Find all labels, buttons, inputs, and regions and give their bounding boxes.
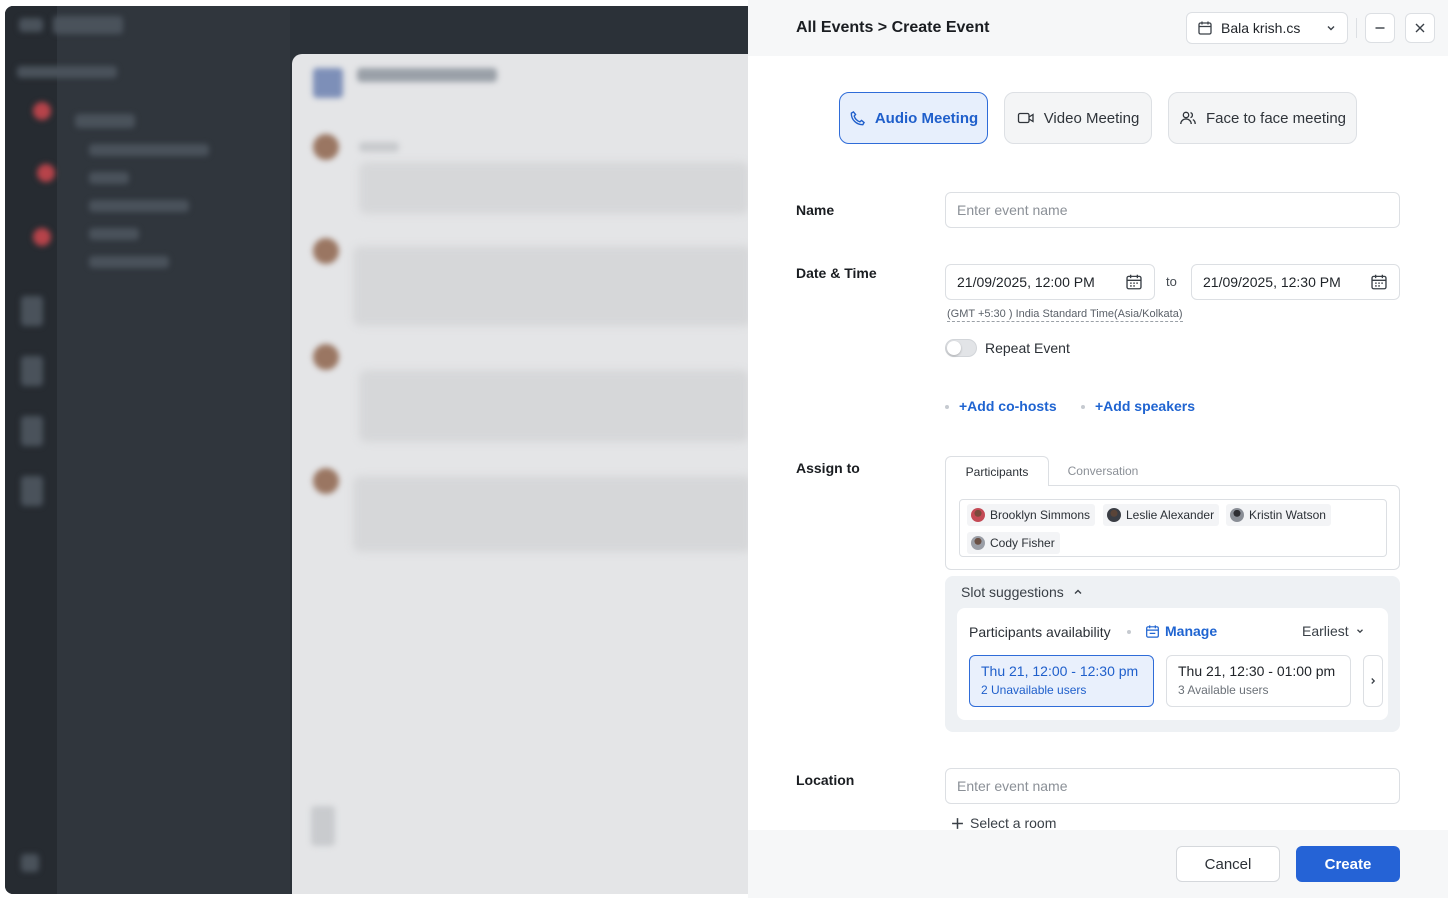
tab-conversation[interactable]: Conversation [1049, 456, 1157, 486]
select-room-button[interactable]: Select a room [951, 815, 1056, 831]
background-rail [5, 6, 57, 894]
calendar-icon [1197, 20, 1213, 36]
name-label: Name [796, 202, 835, 218]
plus-icon [951, 817, 964, 830]
sort-dropdown[interactable]: Earliest [1302, 623, 1365, 639]
participants-panel: Brooklyn Simmons Leslie Alexander Kristi… [945, 485, 1400, 570]
start-datetime-input[interactable]: 21/09/2025, 12:00 PM [945, 264, 1155, 300]
datetime-label: Date & Time [796, 265, 877, 281]
slot-option[interactable]: Thu 21, 12:30 - 01:00 pm 3 Available use… [1166, 655, 1351, 707]
avatar [1107, 508, 1121, 522]
chevron-down-icon [1355, 626, 1365, 636]
breadcrumb: All Events > Create Event [796, 19, 990, 36]
chevron-up-icon [1072, 586, 1084, 598]
end-datetime-value: 21/09/2025, 12:30 PM [1203, 274, 1341, 290]
calendar-icon[interactable] [1370, 273, 1388, 291]
avatar [1230, 508, 1244, 522]
app-window: All Events > Create Event Bala krish.cs [0, 0, 1448, 898]
slot-suggestions: Slot suggestions Participants availabili… [945, 576, 1400, 732]
bullet-dot [1081, 405, 1085, 409]
calendar-manage-icon [1145, 624, 1160, 639]
cancel-button[interactable]: Cancel [1176, 846, 1280, 882]
location-label: Location [796, 772, 855, 788]
slot-card: Participants availability Manage Earlies… [957, 608, 1388, 720]
close-button[interactable] [1405, 13, 1435, 43]
create-event-panel: All Events > Create Event Bala krish.cs [748, 0, 1448, 898]
participant-chip[interactable]: Leslie Alexander [1103, 504, 1220, 526]
minimize-button[interactable] [1365, 13, 1395, 43]
bullet-dot [945, 405, 949, 409]
avatar [971, 508, 985, 522]
manage-link[interactable]: Manage [1145, 623, 1217, 639]
people-icon [1179, 110, 1197, 126]
slot-suggestions-toggle[interactable]: Slot suggestions [961, 584, 1084, 600]
event-name-input[interactable]: Enter event name [945, 192, 1400, 228]
panel-header: All Events > Create Event Bala krish.cs [748, 0, 1448, 56]
event-name-placeholder: Enter event name [957, 202, 1068, 218]
participant-chip[interactable]: Brooklyn Simmons [967, 504, 1096, 526]
participant-chip[interactable]: Cody Fisher [967, 532, 1060, 554]
bullet-dot [1127, 630, 1131, 634]
add-cohosts-link[interactable]: +Add co-hosts [959, 398, 1057, 414]
location-placeholder: Enter event name [957, 778, 1068, 794]
timezone-link[interactable]: (GMT +5:30 ) India Standard Time(Asia/Ko… [947, 308, 1183, 322]
participant-chip[interactable]: Kristin Watson [1226, 504, 1331, 526]
avatar [971, 536, 985, 550]
toggle-knob [947, 341, 961, 355]
account-selector[interactable]: Bala krish.cs [1186, 12, 1348, 44]
to-label: to [1166, 274, 1177, 289]
create-button[interactable]: Create [1296, 846, 1400, 882]
repeat-event-toggle[interactable] [945, 339, 977, 357]
location-input[interactable]: Enter event name [945, 768, 1400, 804]
slot-suggestions-title: Slot suggestions [961, 584, 1064, 600]
repeat-event-label: Repeat Event [985, 340, 1070, 356]
video-meeting-button[interactable]: Video Meeting [1004, 92, 1152, 144]
start-datetime-value: 21/09/2025, 12:00 PM [957, 274, 1095, 290]
slot-option-selected[interactable]: Thu 21, 12:00 - 12:30 pm 2 Unavailable u… [969, 655, 1154, 707]
tab-participants[interactable]: Participants [945, 456, 1049, 486]
calendar-icon[interactable] [1125, 273, 1143, 291]
chevron-down-icon [1325, 22, 1337, 34]
chevron-right-icon [1368, 676, 1378, 686]
assign-to-label: Assign to [796, 460, 860, 476]
background-sidebar [57, 6, 290, 894]
audio-meeting-button[interactable]: Audio Meeting [839, 92, 988, 144]
background-app [5, 6, 748, 894]
account-name: Bala krish.cs [1221, 20, 1301, 36]
close-icon [1413, 21, 1427, 35]
face-to-face-meeting-button[interactable]: Face to face meeting [1168, 92, 1357, 144]
video-icon [1017, 110, 1035, 126]
next-slots-button[interactable] [1363, 655, 1383, 707]
participants-input[interactable]: Brooklyn Simmons Leslie Alexander Kristi… [959, 499, 1387, 557]
add-speakers-link[interactable]: +Add speakers [1095, 398, 1195, 414]
panel-footer: Cancel Create [748, 830, 1448, 898]
end-datetime-input[interactable]: 21/09/2025, 12:30 PM [1191, 264, 1400, 300]
header-divider [1356, 18, 1357, 38]
phone-icon [849, 110, 866, 127]
minimize-icon [1373, 21, 1387, 35]
participants-availability-label: Participants availability [969, 624, 1111, 640]
